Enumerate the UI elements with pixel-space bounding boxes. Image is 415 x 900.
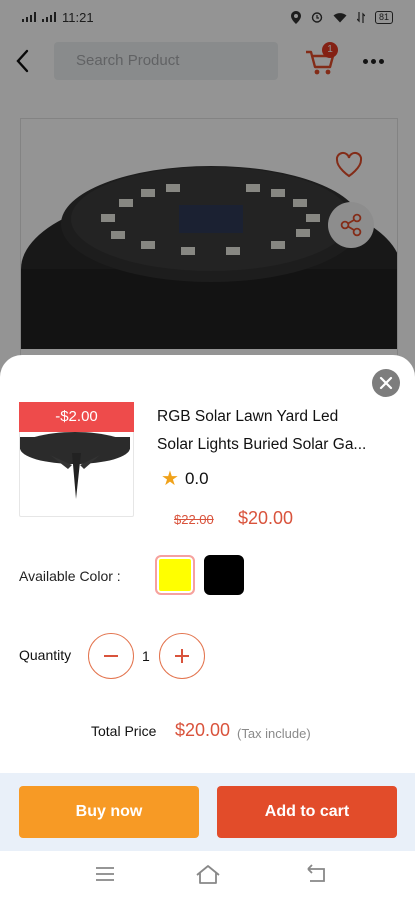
star-icon: ★ [161, 468, 179, 490]
quantity-decrease-button[interactable] [88, 633, 134, 679]
color-swatch-black[interactable] [204, 555, 244, 595]
color-label: Available Color : [19, 568, 121, 584]
color-swatch-yellow[interactable] [155, 555, 195, 595]
system-nav-bar [0, 851, 415, 900]
product-options-sheet: -$2.00 RGB Solar Lawn Yard Led Solar Lig… [0, 355, 415, 900]
close-icon [379, 376, 393, 390]
original-price: $22.00 [174, 512, 214, 527]
total-price-label: Total Price [91, 723, 157, 739]
total-price: $20.00 [175, 720, 231, 740]
product-title: RGB Solar Lawn Yard Led Solar Lights Bur… [157, 403, 397, 459]
product-title-line-1: RGB Solar Lawn Yard Led [157, 408, 339, 425]
buy-now-button[interactable]: Buy now [19, 786, 199, 838]
sale-price: $20.00 [238, 508, 294, 528]
menu-icon [96, 867, 114, 881]
rating: ★ 0.0 [161, 469, 209, 489]
plus-icon [175, 649, 189, 663]
discount-badge: -$2.00 [19, 402, 134, 432]
close-button[interactable] [372, 369, 400, 397]
product-title-line-2: Solar Lights Buried Solar Ga... [157, 436, 367, 453]
add-to-cart-button[interactable]: Add to cart [217, 786, 397, 838]
nav-back-button[interactable] [304, 861, 332, 889]
nav-home-button[interactable] [194, 861, 222, 889]
nav-back-icon [307, 864, 325, 882]
minus-icon [104, 655, 118, 657]
rating-value: 0.0 [184, 469, 209, 488]
quantity-increase-button[interactable] [159, 633, 205, 679]
quantity-label: Quantity [19, 647, 72, 663]
nav-menu-button[interactable] [92, 861, 120, 889]
tax-note: (Tax include) [237, 726, 311, 741]
action-bar: Buy now Add to cart [0, 773, 415, 851]
home-icon [196, 865, 220, 884]
quantity-value: 1 [142, 648, 150, 664]
